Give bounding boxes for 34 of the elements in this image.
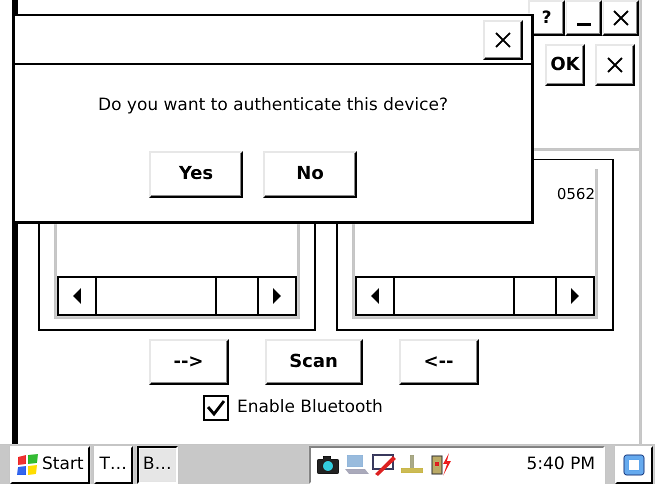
move-left-button[interactable]: <-- xyxy=(398,339,478,385)
clock: 5:40 PM xyxy=(526,453,595,476)
minimize-icon xyxy=(576,22,590,26)
left-arrow-icon xyxy=(72,288,82,304)
yes-button[interactable]: Yes xyxy=(149,150,243,198)
move-right-button[interactable]: --> xyxy=(148,339,228,385)
checkbox-label: Enable Bluetooth xyxy=(237,396,383,420)
close-button[interactable] xyxy=(602,0,639,36)
close-icon xyxy=(610,8,630,28)
close-icon xyxy=(605,55,625,75)
windows-logo-icon xyxy=(16,454,40,476)
scan-button[interactable]: Scan xyxy=(264,339,362,385)
no-button[interactable]: No xyxy=(263,150,357,198)
dialog-message: Do you want to authenticate this device? xyxy=(96,94,449,117)
start-button[interactable]: Start xyxy=(10,446,90,484)
minimize-button[interactable] xyxy=(565,0,602,36)
desktop-icon xyxy=(621,452,647,478)
close-button[interactable] xyxy=(595,44,635,86)
desktop-button[interactable] xyxy=(615,446,653,484)
checkbox[interactable] xyxy=(203,395,229,421)
list-entry[interactable]: 0562 xyxy=(554,169,595,206)
right-arrow-icon xyxy=(272,288,282,304)
close-button[interactable] xyxy=(483,20,523,60)
pen-icon[interactable] xyxy=(371,452,397,478)
scrollbar[interactable] xyxy=(57,276,297,316)
left-arrow-icon xyxy=(370,288,380,304)
ok-button[interactable]: OK xyxy=(545,44,585,86)
start-label: Start xyxy=(42,453,84,476)
scrollbar[interactable] xyxy=(355,276,595,316)
task-button[interactable]: B… xyxy=(136,446,178,484)
task-button[interactable]: T… xyxy=(94,446,133,484)
right-arrow-icon xyxy=(570,288,580,304)
close-icon xyxy=(493,30,513,50)
help-button[interactable]: ? xyxy=(528,0,565,36)
